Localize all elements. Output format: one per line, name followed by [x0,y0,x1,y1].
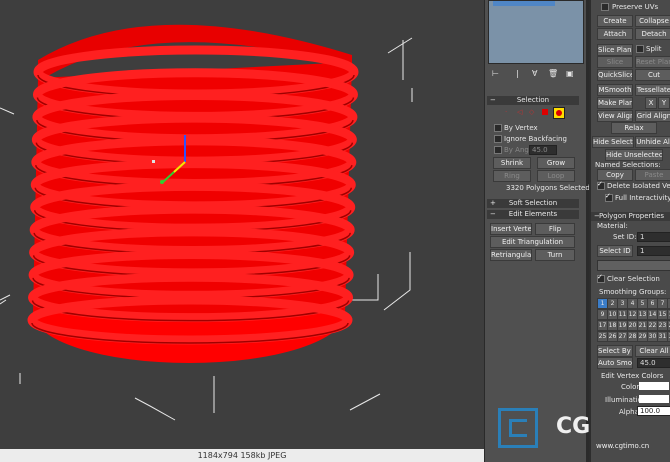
paste-button[interactable]: Paste [635,169,670,181]
subobject-level-icons: · ◁ ◇ [505,107,575,119]
hide-selected-button[interactable]: Hide Selected [592,136,634,148]
auto-smooth-button[interactable]: Auto Smooth [597,357,633,369]
loop-button[interactable]: Loop [537,170,575,182]
by-vertex-label: By Vertex [504,124,538,132]
slice-button[interactable]: Slice [597,56,633,68]
relax-button[interactable]: Relax [611,122,657,134]
by-vertex-checkbox[interactable] [494,124,502,132]
retriangulate-button[interactable]: Retriangulate [490,249,532,261]
make-planar-button[interactable]: Make Planar [597,97,633,109]
named-selections-label: Named Selections: [595,161,661,169]
smoothing-group-grid: 1234567891011121314151617181920212223242… [597,298,670,346]
vertex-icon[interactable]: · [505,108,507,116]
selection-info: 3320 Polygons Selected [506,184,590,192]
reset-plane-button[interactable]: Reset Plane [635,56,670,68]
attach-button[interactable]: Attach [597,28,633,40]
grow-button[interactable]: Grow [537,157,575,169]
insert-vertex-button[interactable]: Insert Vertex [490,223,532,235]
clear-all-button[interactable]: Clear All [635,345,670,357]
quickslice-button[interactable]: QuickSlice [597,69,633,81]
delete-isolated-label: Delete Isolated Vertices [607,182,670,190]
polygon-icon[interactable] [542,109,548,115]
watermark: CG www.cgtimo.cn [496,406,670,450]
msmooth-button[interactable]: MSmooth [597,84,633,96]
select-id-button[interactable]: Select ID [597,245,633,257]
tessellate-button[interactable]: Tessellate [635,84,670,96]
edit-vertex-colors-label: Edit Vertex Colors [601,372,664,380]
ring-button[interactable]: Ring [493,170,531,182]
configure-sets-icon[interactable]: ▣ [566,69,574,78]
selection-rollout-header[interactable]: − Selection [487,96,579,105]
planar-y-button[interactable]: Y [658,97,670,109]
watermark-brand: CG [556,414,591,439]
ignore-backfacing-checkbox[interactable] [494,135,502,143]
element-icon[interactable] [553,107,565,119]
modifier-stack-item[interactable] [493,1,555,6]
planar-x-button[interactable]: X [645,97,657,109]
stack-toolbar: ⊢ | ∀ 🗑 ▣ [490,69,584,79]
split-checkbox[interactable] [636,45,644,53]
slice-plane-button[interactable]: Slice Plane [597,44,633,56]
smoothing-groups-label: Smoothing Groups: [599,288,667,296]
set-id-spinner[interactable]: 1 [637,232,670,242]
image-info-caption: 1184x794 158kb JPEG [0,449,484,462]
full-interactivity-label: Full Interactivity [615,194,670,202]
watermark-url: www.cgtimo.cn [596,442,650,450]
select-id-spinner[interactable]: 1 [637,246,670,256]
preserve-uvs-label: Preserve UVs [612,3,659,11]
auto-smooth-spinner[interactable]: 45.0 [637,358,670,368]
modify-panel: ⊢ | ∀ 🗑 ▣ − Selection · ◁ ◇ By Vertex Ign… [484,0,590,462]
delete-isolated-checkbox[interactable] [597,180,605,190]
set-id-label: Set ID: [613,233,637,241]
edge-icon[interactable]: ◁ [517,108,522,116]
edit-geometry-panel: Preserve UVs Create Collapse Attach Deta… [589,0,670,462]
soft-selection-rollout-header[interactable]: + Soft Selection [487,199,579,208]
select-by-sg-button[interactable]: Select By SG [597,345,633,357]
edit-triangulation-button[interactable]: Edit Triangulation [490,236,575,248]
perspective-viewport[interactable] [0,0,484,462]
show-end-result-icon[interactable]: | [516,69,519,78]
detach-button[interactable]: Detach [635,28,670,40]
color-swatch[interactable] [639,382,669,390]
clear-selection-label: Clear Selection [607,275,660,283]
illumination-swatch[interactable] [639,395,669,403]
ignore-backfacing-label: Ignore Backfacing [504,135,567,143]
modifier-stack-list[interactable] [488,0,584,64]
grid-align-button[interactable]: Grid Align [635,110,670,122]
edit-elements-rollout-header[interactable]: − Edit Elements [487,210,579,219]
pin-stack-icon[interactable]: ⊢ [492,69,499,78]
preserve-uvs-checkbox[interactable] [601,3,609,11]
material-label: Material: [597,222,628,230]
by-angle-spinner[interactable]: 45.0 [529,145,557,155]
shrink-button[interactable]: Shrink [493,157,531,169]
full-interactivity-checkbox[interactable] [605,192,613,202]
remove-modifier-icon[interactable]: 🗑 [548,69,558,78]
make-unique-icon[interactable]: ∀ [532,69,537,78]
turn-button[interactable]: Turn [535,249,575,261]
clear-selection-checkbox[interactable] [597,273,605,283]
polygon-properties-rollout-header[interactable]: − Polygon Properties [591,212,670,221]
material-name-dropdown[interactable] [597,260,670,271]
border-icon[interactable]: ◇ [529,108,534,116]
unhide-all-button[interactable]: Unhide All [635,136,670,148]
flip-button[interactable]: Flip [535,223,575,235]
split-label: Split [646,45,662,53]
by-angle-checkbox[interactable] [494,146,502,154]
viewport-scene [0,24,413,421]
watermark-logo-icon [498,408,538,448]
collapse-button[interactable]: Collapse [635,15,670,27]
hide-unselected-button[interactable]: Hide Unselected [605,149,663,161]
cut-button[interactable]: Cut [635,69,670,81]
view-align-button[interactable]: View Align [597,110,633,122]
create-button[interactable]: Create [597,15,633,27]
